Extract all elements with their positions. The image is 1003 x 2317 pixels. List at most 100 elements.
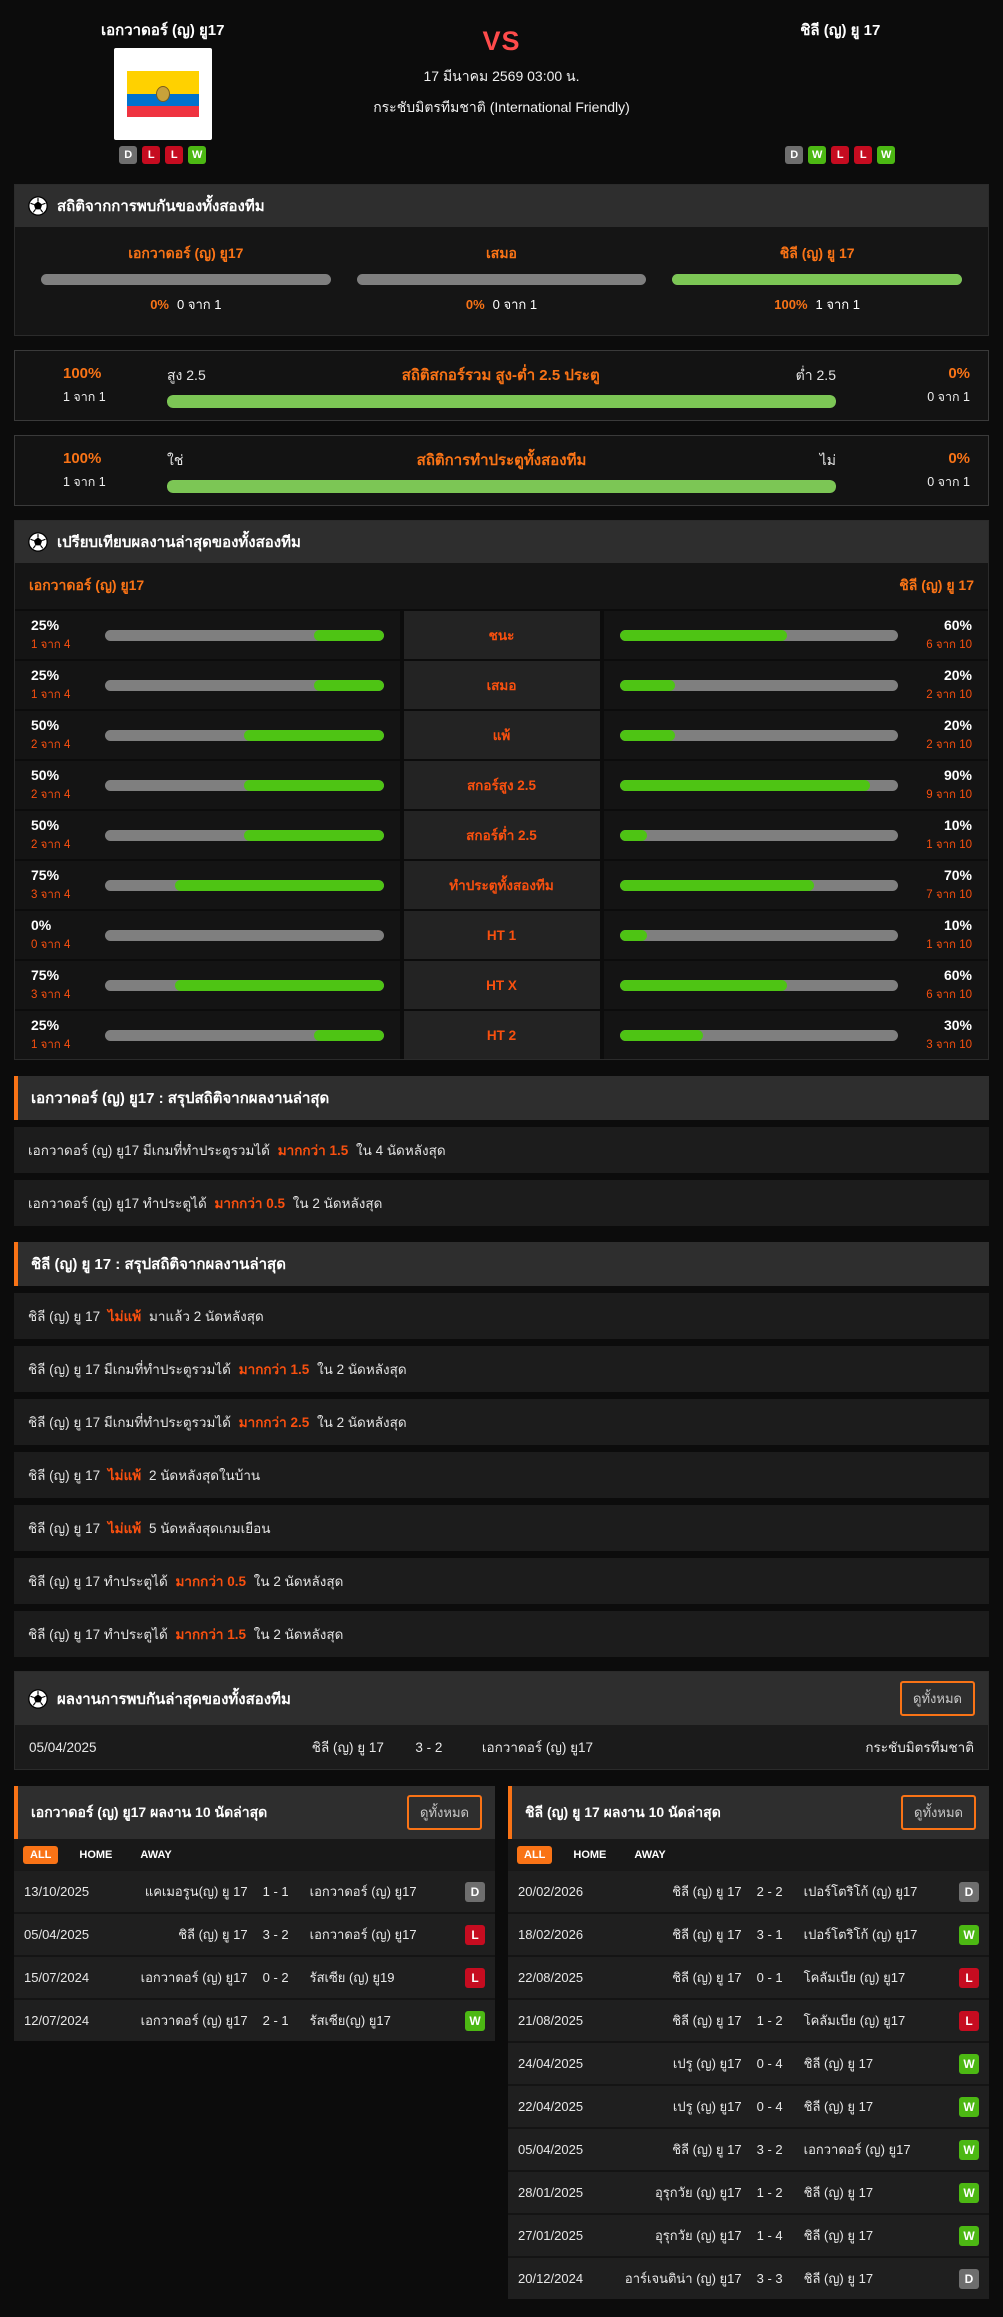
match-home-team: เอกวาดอร์ (ญ) ยู17: [116, 2010, 248, 2031]
vs-label: VS: [482, 26, 520, 57]
compare-home-stat: 25% 1 จาก 4: [31, 1017, 93, 1054]
compare-home-percent: 25%: [31, 667, 93, 683]
match-score: 2 - 2: [742, 1884, 798, 1899]
compare-home-stat: 25% 1 จาก 4: [31, 667, 93, 704]
ou-progress-fill: [167, 395, 836, 408]
h2h-column-label: เสมอ: [486, 243, 517, 265]
compare-home-side: 50% 2 จาก 4: [15, 761, 400, 809]
match-result-badge: W: [959, 1925, 979, 1945]
ecuador-flag-icon: [127, 71, 199, 117]
compare-away-percent: 90%: [910, 767, 972, 783]
summary-text-post: 2 นัดหลังสุดในบ้าน: [149, 1468, 260, 1483]
away-table-tabs: ALL HOME AWAY: [508, 1839, 989, 1871]
view-all-button[interactable]: ดูทั้งหมด: [407, 1795, 482, 1830]
h2h-percent: 0%: [150, 297, 169, 312]
compare-row: 75% 3 จาก 4 HT X 60% 6 จาก 10: [15, 961, 988, 1009]
compare-away-side: 30% 3 จาก 10: [604, 1011, 989, 1059]
compare-away-fill: [620, 830, 648, 841]
compare-home-fill: [314, 1030, 384, 1041]
match-result-cell: W: [949, 2054, 979, 2074]
compare-away-count: 2 จาก 10: [910, 686, 972, 704]
match-result-badge: W: [959, 2226, 979, 2246]
match-score: 0 - 1: [742, 1970, 798, 1985]
match-home-team: อาร์เจนติน่า (ญ) ยู17: [610, 2268, 742, 2289]
tab-all[interactable]: ALL: [517, 1846, 552, 1864]
match-score: 0 - 4: [742, 2099, 798, 2114]
tab-home[interactable]: HOME: [566, 1846, 613, 1864]
compare-row: 25% 1 จาก 4 HT 2 30% 3 จาก 10: [15, 1011, 988, 1059]
form-result-badge: W: [808, 146, 826, 164]
summary-row: เอกวาดอร์ (ญ) ยู17 ทำประตูได้ มากกว่า 0.…: [14, 1180, 989, 1226]
compare-section-header: เปรียบเทียบผลงานล่าสุดของทั้งสองทีม: [15, 521, 988, 563]
match-result-badge: W: [959, 2140, 979, 2160]
compare-row-label: HT 2: [404, 1011, 600, 1059]
compare-away-bar: [620, 930, 899, 941]
h2h-stat-column: เอกวาดอร์ (ญ) ยู17 0%0 จาก 1: [41, 243, 331, 315]
compare-away-count: 7 จาก 10: [910, 886, 972, 904]
compare-away-side: 90% 9 จาก 10: [604, 761, 989, 809]
match-row[interactable]: 12/07/2024 เอกวาดอร์ (ญ) ยู17 2 - 1 รัสเ…: [14, 2000, 495, 2041]
match-row[interactable]: 28/01/2025 อุรุกวัย (ญ) ยู17 1 - 2 ชิลี …: [508, 2172, 989, 2213]
match-row[interactable]: 15/07/2024 เอกวาดอร์ (ญ) ยู17 0 - 2 รัสเ…: [14, 1957, 495, 1998]
summary-text-post: ใน 2 นัดหลังสุด: [254, 1627, 344, 1642]
compare-row-label: HT X: [404, 961, 600, 1009]
match-competition: กระชับมิตรทีมชาติ: [764, 1736, 974, 1758]
compare-away-stat: 10% 1 จาก 10: [910, 817, 972, 854]
btts-labels: ใช่ สถิติการทำประตูทั้งสองทีม ไม่: [167, 448, 836, 472]
match-row[interactable]: 13/10/2025 แคเมอรูน(ญ) ยู 17 1 - 1 เอกวา…: [14, 1871, 495, 1912]
match-away-team: เอกวาดอร์ (ญ) ยู17: [304, 1924, 455, 1945]
summary-text-post: ใน 2 นัดหลังสุด: [254, 1574, 344, 1589]
compare-away-count: 6 จาก 10: [910, 986, 972, 1004]
match-row[interactable]: 27/01/2025 อุรุกวัย (ญ) ยู17 1 - 4 ชิลี …: [508, 2215, 989, 2256]
ou-right-percent: 0%: [948, 365, 970, 382]
summary-text-pre: ชิลี (ญ) ยู 17: [28, 1309, 100, 1324]
tab-away[interactable]: AWAY: [627, 1846, 672, 1864]
match-date: 21/08/2025: [518, 2013, 610, 2028]
h2h-stat-column: ชิลี (ญ) ยู 17 100%1 จาก 1: [672, 243, 962, 315]
compare-home-side: 75% 3 จาก 4: [15, 961, 400, 1009]
h2h-match-row[interactable]: 05/04/2025 ชิลี (ญ) ยู 17 3 - 2 เอกวาดอร…: [15, 1725, 988, 1769]
summary-text-pre: ชิลี (ญ) ยู 17: [28, 1468, 100, 1483]
summary-text-pre: เอกวาดอร์ (ญ) ยู17 มีเกมที่ทำประตูรวมได้: [28, 1143, 270, 1158]
compare-home-stat: 50% 2 จาก 4: [31, 717, 93, 754]
compare-away-fill: [620, 980, 787, 991]
form-result-badge: W: [877, 146, 895, 164]
summary-row: เอกวาดอร์ (ญ) ยู17 มีเกมที่ทำประตูรวมได้…: [14, 1127, 989, 1173]
compare-away-fill: [620, 680, 676, 691]
match-home-team: ชิลี (ญ) ยู 17: [610, 1967, 742, 1988]
match-row[interactable]: 24/04/2025 เปรู (ญ) ยู17 0 - 4 ชิลี (ญ) …: [508, 2043, 989, 2084]
summary-highlight: ไม่แพ้: [104, 1468, 145, 1483]
h2h-count: 1 จาก 1: [816, 297, 860, 312]
summary-highlight: มากกว่า 1.5: [235, 1362, 314, 1377]
compare-home-count: 0 จาก 4: [31, 936, 93, 954]
match-row[interactable]: 05/04/2025 ชิลี (ญ) ยู 17 3 - 2 เอกวาดอร…: [14, 1914, 495, 1955]
match-row[interactable]: 20/02/2026 ชิลี (ญ) ยู 17 2 - 2 เปอร์โตร…: [508, 1871, 989, 1912]
match-datetime: 17 มีนาคม 2569 03:00 น.: [423, 66, 579, 88]
match-row[interactable]: 20/12/2024 อาร์เจนติน่า (ญ) ยู17 3 - 3 ช…: [508, 2258, 989, 2299]
btts-right-percent: 0%: [948, 450, 970, 467]
compare-home-side: 50% 2 จาก 4: [15, 811, 400, 859]
match-score: 3 - 1: [742, 1927, 798, 1942]
last-h2h-header-left: ผลงานการพบกันล่าสุดของทั้งสองทีม: [28, 1687, 291, 1711]
match-away-team: โคลัมเบีย (ญ) ยู17: [798, 2010, 949, 2031]
view-all-button[interactable]: ดูทั้งหมด: [900, 1681, 975, 1716]
match-row[interactable]: 18/02/2026 ชิลี (ญ) ยู 17 3 - 1 เปอร์โตร…: [508, 1914, 989, 1955]
match-row[interactable]: 22/08/2025 ชิลี (ญ) ยู 17 0 - 1 โคลัมเบี…: [508, 1957, 989, 1998]
tab-away[interactable]: AWAY: [133, 1846, 178, 1864]
match-info-block: VS 17 มีนาคม 2569 03:00 น. กระชับมิตรทีม…: [312, 12, 692, 164]
compare-away-stat: 90% 9 จาก 10: [910, 767, 972, 804]
match-away-team: ชิลี (ญ) ยู 17: [798, 2182, 949, 2203]
tab-home[interactable]: HOME: [72, 1846, 119, 1864]
btts-right-stat: 0% 0 จาก 1: [850, 450, 970, 492]
ou-title: สถิติสกอร์รวม สูง-ต่ำ 2.5 ประตู: [402, 363, 600, 387]
match-result-badge: W: [959, 2183, 979, 2203]
match-row[interactable]: 22/04/2025 เปรู (ญ) ยู17 0 - 4 ชิลี (ญ) …: [508, 2086, 989, 2127]
soccer-ball-icon: [28, 196, 48, 216]
match-row[interactable]: 21/08/2025 ชิลี (ญ) ยู 17 1 - 2 โคลัมเบี…: [508, 2000, 989, 2041]
view-all-button[interactable]: ดูทั้งหมด: [901, 1795, 976, 1830]
match-result-badge: W: [465, 2011, 485, 2031]
match-row[interactable]: 05/04/2025 ชิลี (ญ) ยู 17 3 - 2 เอกวาดอร…: [508, 2129, 989, 2170]
match-away-team: เปอร์โตริโก้ (ญ) ยู17: [798, 1924, 949, 1945]
tab-all[interactable]: ALL: [23, 1846, 58, 1864]
match-home-team: ชิลี (ญ) ยู 17: [610, 1924, 742, 1945]
